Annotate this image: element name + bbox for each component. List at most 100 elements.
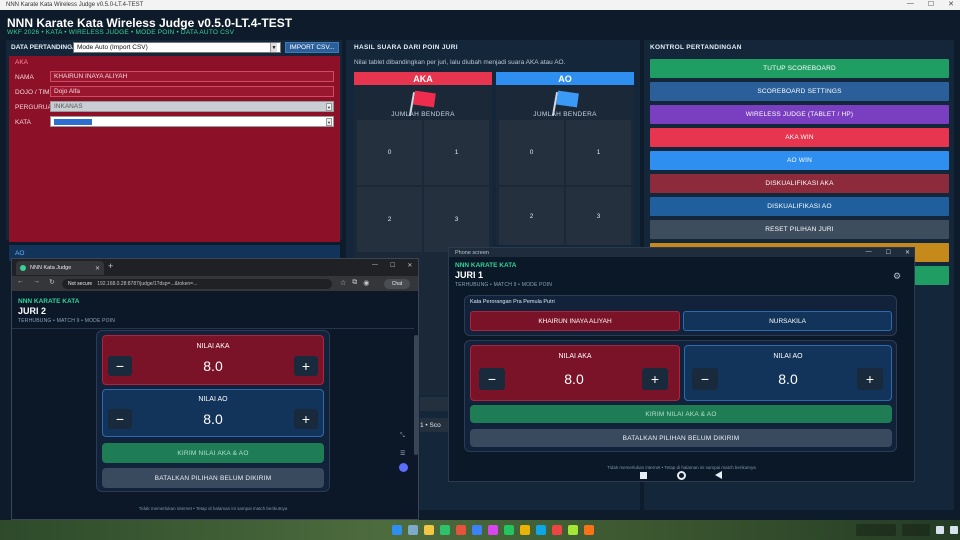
close-icon[interactable]: ✕	[95, 265, 100, 272]
chat-button[interactable]: Chat	[384, 279, 410, 289]
diskualifikasi-ao-button[interactable]: DISKUALIFIKASI AO	[650, 197, 949, 216]
close-icon[interactable]: ✕	[948, 0, 954, 8]
url-text: 192.168.0.28:8787/judge/1?dsp=...&token=…	[97, 281, 198, 287]
app-icon[interactable]	[568, 525, 578, 535]
browser-icon[interactable]	[472, 525, 482, 535]
perguruan-value: INKANAS	[54, 103, 83, 110]
aka-cell: 0	[357, 120, 422, 185]
juri1-window-titlebar[interactable]: Phone screen — ☐ ✕	[449, 248, 914, 257]
not-secure-label: Not secure	[68, 281, 93, 287]
juri1-title: JURI 1	[455, 270, 484, 280]
app-icon[interactable]	[552, 525, 562, 535]
volume-icon[interactable]	[950, 526, 958, 534]
android-home-icon[interactable]	[677, 471, 686, 480]
juri1-batalkan-button[interactable]: BATALKAN PILIHAN BELUM DIKIRIM	[470, 429, 892, 447]
mode-select[interactable]: Mode Auto (Import CSV) ▼	[73, 42, 281, 53]
dojo-field[interactable]: Dojo Alfa	[50, 86, 334, 97]
aka-win-button[interactable]: AKA WIN	[650, 128, 949, 147]
perguruan-select[interactable]: INKANAS ▼	[50, 101, 334, 112]
juri2-ao-plus-button[interactable]: +	[294, 409, 318, 429]
new-tab-button[interactable]: +	[108, 261, 113, 271]
juri1-aka-plus-button[interactable]: +	[642, 368, 668, 390]
juri1-footer: Tidak memerlukan internet • Tetap di hal…	[607, 465, 756, 470]
juri2-app-tag: NNN KARATE KATA	[18, 298, 80, 305]
browser-toolbar-icons: ☆ ⧉ ◉	[340, 279, 369, 287]
address-bar[interactable]: Not secure 192.168.0.28:8787/judge/1?dsp…	[62, 279, 332, 289]
aka-tag: AKA	[15, 59, 29, 66]
file-explorer-icon[interactable]	[424, 525, 434, 535]
juri2-kirim-button[interactable]: KIRIM NILAI AKA & AO	[102, 443, 324, 463]
juri1-ao-plus-button[interactable]: +	[857, 368, 883, 390]
app-icon[interactable]	[584, 525, 594, 535]
juri2-aka-plus-button[interactable]: +	[294, 356, 318, 376]
juri2-nilai-aka-label: NILAI AKA	[196, 343, 230, 350]
juri1-aka-minus-button[interactable]: −	[479, 368, 505, 390]
reset-pilihan-juri-button[interactable]: RESET PILIHAN JURI	[650, 220, 949, 239]
app-icon[interactable]	[456, 525, 466, 535]
nama-label: NAMA	[15, 74, 34, 81]
juri1-kirim-button[interactable]: KIRIM NILAI AKA & AO	[470, 405, 892, 423]
kata-select[interactable]: ▼	[50, 116, 334, 127]
juri2-aka-minus-button[interactable]: −	[108, 356, 132, 376]
os-window-titlebar[interactable]: NNN Karate Kata Wireless Judge v0.5.0-LT…	[0, 0, 960, 10]
assistant-icon[interactable]	[399, 463, 408, 472]
maximize-icon[interactable]: ☐	[886, 249, 891, 256]
favicon-icon	[20, 265, 26, 271]
close-icon[interactable]: ✕	[905, 249, 910, 256]
juri1-ao-minus-button[interactable]: −	[692, 368, 718, 390]
wireless-judge-button[interactable]: WIRELESS JUDGE (TABLET / HP)	[650, 105, 949, 124]
aka-jumlah-bendera: JUMLAH BENDERA	[391, 111, 455, 118]
tutup-scoreboard-button[interactable]: TUTUP SCOREBOARD	[650, 59, 949, 78]
juri1-nilai-aka-value: 8.0	[564, 371, 584, 387]
app-icon[interactable]	[488, 525, 498, 535]
app-icon[interactable]	[520, 525, 530, 535]
juri1-app-tag: NNN KARATE KATA	[455, 262, 517, 269]
start-icon[interactable]	[392, 525, 402, 535]
search-icon[interactable]	[408, 525, 418, 535]
back-icon[interactable]: ←	[17, 278, 24, 286]
menu-icon[interactable]: ☰	[400, 450, 405, 457]
android-back-icon[interactable]	[715, 471, 722, 479]
juri1-nilai-aka-label: NILAI AKA	[558, 353, 592, 360]
diskualifikasi-aka-button[interactable]: DISKUALIFIKASI AKA	[650, 174, 949, 193]
browser-window-controls: — ☐ ✕	[372, 262, 412, 269]
aka-result-header: AKA	[354, 72, 492, 85]
minimize-icon[interactable]: —	[866, 249, 872, 256]
minimize-icon[interactable]: —	[372, 262, 378, 269]
reload-icon[interactable]: ↻	[49, 278, 55, 286]
scrollbar[interactable]	[414, 335, 418, 455]
juri2-ao-minus-button[interactable]: −	[108, 409, 132, 429]
expand-icon[interactable]: ⤡	[400, 433, 405, 440]
maximize-icon[interactable]: ☐	[928, 0, 934, 8]
star-icon[interactable]: ☆	[340, 279, 346, 287]
cpu-widget	[902, 524, 930, 536]
app-icon[interactable]	[504, 525, 514, 535]
app-icon[interactable]	[536, 525, 546, 535]
wifi-icon[interactable]	[936, 526, 944, 534]
app-subtitle: WKF 2026 • KATA • WIRELESS JUDGE • MODE …	[7, 29, 235, 36]
result-footer-text: 1 • Sco	[420, 418, 448, 432]
import-csv-button[interactable]: IMPORT CSV...	[285, 42, 339, 53]
extensions-icon[interactable]: ⧉	[352, 279, 357, 287]
scoreboard-settings-button[interactable]: SCOREBOARD SETTINGS	[650, 82, 949, 101]
close-icon[interactable]: ✕	[407, 262, 412, 269]
juri1-category: Kata Perorangan Pra Pemula Putri	[470, 299, 555, 305]
ao-cell: 2	[499, 187, 564, 245]
maximize-icon[interactable]: ☐	[390, 262, 395, 269]
ao-win-button[interactable]: AO WIN	[650, 151, 949, 170]
nama-field[interactable]: KHAIRUN INAYA ALIYAH	[50, 71, 334, 82]
forward-icon[interactable]: →	[33, 278, 40, 286]
data-pertandingan-label: DATA PERTANDINGAN	[11, 44, 82, 51]
minimize-icon[interactable]: —	[907, 0, 914, 8]
browser-nav: ← → ↻	[17, 278, 55, 286]
app-icon[interactable]	[440, 525, 450, 535]
juri2-batalkan-button[interactable]: BATALKAN PILIHAN BELUM DIKIRIM	[102, 468, 324, 488]
browser-tab[interactable]: NNN Kata Judge ✕	[16, 261, 104, 275]
divider	[12, 328, 414, 329]
juri2-subtitle: TERHUBUNG • MATCH 9 • MODE POIN	[18, 318, 116, 324]
ao-result-header: AO	[496, 72, 634, 85]
gear-icon[interactable]: ⚙	[893, 271, 901, 282]
android-recent-icon[interactable]	[640, 472, 647, 479]
aka-competitor-card	[9, 56, 340, 242]
profile-icon[interactable]: ◉	[363, 279, 369, 287]
